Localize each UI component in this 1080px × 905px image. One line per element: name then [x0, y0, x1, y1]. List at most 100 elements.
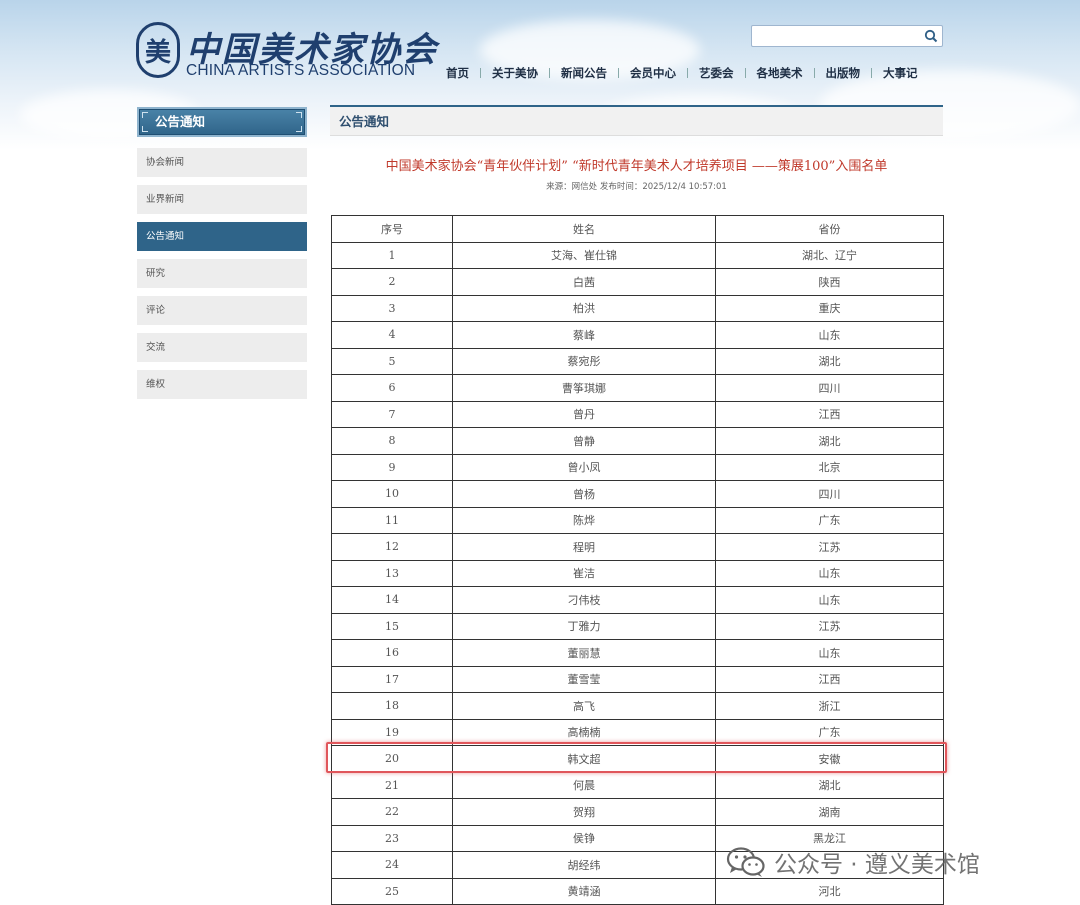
cell-name: 曾杨	[452, 480, 716, 508]
cell-name: 曹筝琪娜	[452, 374, 716, 402]
sidebar-item-research[interactable]: 研究	[137, 259, 307, 288]
logo-emblem-icon: 美	[136, 22, 180, 78]
table-row: 3 柏洪 重庆	[331, 294, 944, 322]
cell-province: 广东	[715, 718, 944, 746]
table-row: 16 董丽慧 山东	[331, 639, 944, 667]
nav-divider	[871, 68, 872, 78]
cell-index: 12	[331, 533, 453, 561]
cell-province: 湖北、辽宁	[715, 241, 944, 269]
search-box	[751, 25, 943, 47]
cell-name: 程明	[452, 533, 716, 561]
sidebar-heading-label: 公告通知	[155, 114, 206, 129]
table-row: 7 曾丹 江西	[331, 400, 944, 428]
cell-province: 江苏	[715, 533, 944, 561]
cell-index: 20	[331, 745, 453, 773]
nav-art-committee[interactable]: 艺委会	[699, 65, 734, 81]
cell-province: 广东	[715, 506, 944, 534]
cell-name: 曾小凤	[452, 453, 716, 481]
cell-index: 18	[331, 692, 453, 720]
cell-index: 7	[331, 400, 453, 428]
sidebar-item-association-news[interactable]: 协会新闻	[137, 148, 307, 177]
table-row: 2 白茜 陕西	[331, 268, 944, 296]
nominee-table: 序号 姓名 省份 1 艾海、崔仕锦 湖北、辽宁 2 白茜 陕西 3 柏洪 重庆 4 蔡峰 山东 5 蔡宛彤…	[331, 215, 944, 905]
cell-name: 白茜	[452, 268, 716, 296]
cell-name: 蔡峰	[452, 321, 716, 349]
cell-index: 23	[331, 824, 453, 852]
logo-english-text: CHINA ARTISTS ASSOCIATION	[186, 62, 416, 79]
table-row: 14 刁伟枝 山东	[331, 586, 944, 614]
cell-name: 刁伟枝	[452, 586, 716, 614]
cell-name: 董雪莹	[452, 665, 716, 693]
sidebar-item-reviews[interactable]: 评论	[137, 296, 307, 325]
sidebar-item-announcements[interactable]: 公告通知	[137, 222, 307, 251]
cell-province: 山东	[715, 321, 944, 349]
table-header-row: 序号 姓名 省份	[331, 215, 944, 243]
nav-members[interactable]: 会员中心	[630, 65, 676, 81]
cell-index: 3	[331, 294, 453, 322]
nav-about[interactable]: 关于美协	[492, 65, 538, 81]
cell-name: 高楠楠	[452, 718, 716, 746]
table-row: 12 程明 江苏	[331, 533, 944, 561]
table-row: 20 韩文超 安徽	[331, 745, 944, 773]
search-icon[interactable]	[924, 29, 938, 43]
cell-index: 14	[331, 586, 453, 614]
cell-name: 蔡宛彤	[452, 347, 716, 375]
cell-province: 四川	[715, 480, 944, 508]
search-input[interactable]	[752, 27, 917, 47]
cell-name: 艾海、崔仕锦	[452, 241, 716, 269]
nav-regional-art[interactable]: 各地美术	[757, 65, 803, 81]
nav-divider	[813, 68, 815, 78]
table-row: 8 曾静 湖北	[331, 427, 944, 455]
cell-index: 6	[331, 374, 453, 402]
cell-province: 四川	[715, 374, 944, 402]
cell-name: 高飞	[452, 692, 716, 720]
table-row: 1 艾海、崔仕锦 湖北、辽宁	[331, 241, 944, 269]
cell-name: 侯铮	[452, 824, 716, 852]
cell-province: 浙江	[715, 692, 944, 720]
cell-province: 北京	[715, 453, 944, 481]
article-title: 中国美术家协会“青年伙伴计划” “新时代青年美术人才培养项目 ——策展100”入…	[385, 159, 888, 174]
cell-name: 胡经纬	[452, 851, 716, 879]
nav-publications[interactable]: 出版物	[826, 65, 861, 81]
table-row: 22 贺翔 湖南	[331, 798, 944, 826]
nav-divider	[687, 68, 688, 78]
cell-name: 曾丹	[452, 400, 716, 428]
section-title: 公告通知	[330, 105, 943, 136]
cell-province: 安徽	[715, 745, 944, 773]
cell-index: 15	[331, 612, 453, 640]
column-header-name: 姓名	[452, 215, 716, 243]
cell-province: 湖北	[715, 771, 944, 799]
cell-index: 22	[331, 798, 453, 826]
sidebar-item-industry-news[interactable]: 业界新闻	[137, 185, 307, 214]
cell-index: 24	[331, 851, 453, 879]
cell-name: 曾静	[452, 427, 716, 455]
sidebar-item-exchange[interactable]: 交流	[137, 333, 307, 362]
site-logo[interactable]: 美 中国美术家协会 CHINA ARTISTS ASSOCIATION	[136, 22, 436, 82]
cell-name: 贺翔	[452, 798, 716, 826]
main-nav: 首页 关于美协 新闻公告 会员中心 艺委会 各地美术 出版物 大事记	[446, 64, 918, 82]
cell-index: 13	[331, 559, 453, 587]
cell-index: 10	[331, 480, 453, 508]
cell-index: 4	[331, 321, 453, 349]
nav-home[interactable]: 首页	[446, 65, 469, 81]
table-row: 15 丁雅力 江苏	[331, 612, 944, 640]
table-row: 18 高飞 浙江	[331, 692, 944, 720]
sidebar-item-rights[interactable]: 维权	[137, 370, 307, 399]
table-row: 5 蔡宛彤 湖北	[331, 347, 944, 375]
cell-index: 8	[331, 427, 453, 455]
article-meta: 来源：网信处 发布时间：2025/12/4 10:57:01	[546, 182, 727, 192]
nav-news[interactable]: 新闻公告	[561, 65, 607, 81]
cell-province: 山东	[715, 559, 944, 587]
nav-chronicle[interactable]: 大事记	[883, 65, 918, 81]
sidebar-menu: 协会新闻 业界新闻 公告通知 研究 评论 交流 维权	[137, 148, 307, 407]
cell-name: 柏洪	[452, 294, 716, 322]
cell-name: 何晨	[452, 771, 716, 799]
cell-province: 河北	[715, 877, 944, 905]
cell-index: 21	[331, 771, 453, 799]
cell-index: 16	[331, 639, 453, 667]
table-row: 10 曾杨 四川	[331, 480, 944, 508]
column-header-index: 序号	[331, 215, 453, 243]
table-row: 6 曹筝琪娜 四川	[331, 374, 944, 402]
sidebar-heading: 公告通知	[137, 107, 307, 137]
cell-province: 重庆	[715, 294, 944, 322]
